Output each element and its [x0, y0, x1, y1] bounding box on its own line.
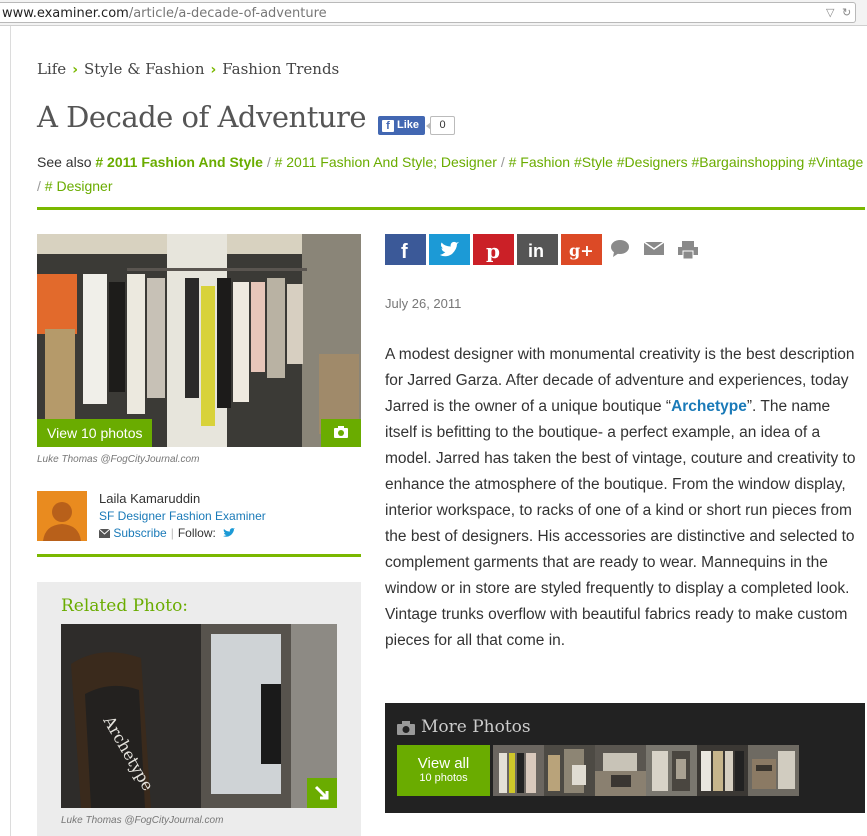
breadcrumb-life[interactable]: Life	[37, 60, 66, 78]
mail-icon	[98, 528, 111, 538]
twitter-share-button[interactable]	[429, 234, 470, 265]
related-photo-box: Related Photo: Archetype	[37, 582, 361, 836]
author-actions: Subscribe | Follow:	[98, 526, 236, 540]
facebook-like-count: 0	[426, 116, 455, 135]
tag-link[interactable]: # 2011 Fashion And Style; Designer	[275, 154, 497, 170]
tag-link[interactable]: # 2011 Fashion And Style	[95, 154, 263, 170]
article-date: July 26, 2011	[385, 296, 462, 311]
facebook-icon: f	[385, 234, 426, 265]
page-border	[10, 26, 11, 836]
camera-button[interactable]	[321, 419, 361, 447]
expand-icon	[314, 785, 329, 800]
article-body: A modest designer with monumental creati…	[385, 346, 856, 649]
related-photo-heading: Related Photo:	[61, 596, 189, 616]
svg-text:f: f	[401, 241, 408, 263]
more-photos-heading: More Photos	[421, 717, 531, 737]
facebook-icon: f	[382, 120, 394, 132]
chevron-right-icon: ›	[72, 62, 78, 78]
breadcrumb: Life › Style & Fashion › Fashion Trends	[37, 60, 339, 78]
reload-icon[interactable]: ↻	[842, 6, 851, 19]
pinterest-share-button[interactable]: p	[473, 234, 514, 265]
main-photo[interactable]	[37, 234, 361, 447]
twitter-icon	[429, 234, 470, 265]
photo-thumbnail[interactable]	[697, 745, 748, 796]
browser-url-bar: www.examiner.com/article/a-decade-of-adv…	[0, 0, 867, 26]
view-photos-button[interactable]: View 10 photos	[37, 419, 152, 447]
avatar[interactable]	[37, 491, 87, 541]
more-photos-box: More Photos View all 10 photos	[385, 703, 865, 813]
divider	[37, 207, 865, 210]
email-icon[interactable]	[643, 238, 665, 263]
photo-thumbnail[interactable]	[646, 745, 697, 796]
dropdown-arrow-icon[interactable]: ▽	[826, 6, 834, 19]
photo-credit: Luke Thomas @FogCityJournal.com	[37, 454, 200, 465]
subscribe-link[interactable]: Subscribe	[113, 526, 166, 540]
google-plus-share-button[interactable]: g+	[561, 234, 602, 265]
page-title: A Decade of Adventure	[37, 100, 367, 134]
camera-icon	[397, 721, 415, 735]
author-role[interactable]: SF Designer Fashion Examiner	[99, 509, 266, 523]
url-text: www.examiner.com/article/a-decade-of-adv…	[2, 6, 327, 21]
follow-label: Follow:	[177, 526, 216, 540]
photo-credit: Luke Thomas @FogCityJournal.com	[61, 815, 224, 826]
expand-button[interactable]	[307, 778, 337, 808]
linkedin-share-button[interactable]: in	[517, 234, 558, 265]
camera-icon	[334, 426, 348, 438]
breadcrumb-style-fashion[interactable]: Style & Fashion	[84, 60, 205, 78]
tag-link[interactable]: # Designer	[45, 178, 113, 194]
pinterest-icon: p	[473, 234, 514, 265]
see-also-tags: See also # 2011 Fashion And Style / # 20…	[37, 154, 864, 194]
twitter-follow-icon[interactable]	[223, 528, 236, 538]
photo-thumbnail[interactable]	[595, 745, 646, 796]
author-name[interactable]: Laila Kamaruddin	[99, 491, 200, 506]
breadcrumb-fashion-trends[interactable]: Fashion Trends	[222, 60, 339, 78]
photo-thumbnail[interactable]	[544, 745, 595, 796]
tag-link[interactable]: # Fashion #Style #Designers #Bargainshop…	[509, 154, 864, 170]
facebook-like-button[interactable]: f Like	[378, 116, 425, 135]
archetype-link[interactable]: Archetype	[671, 398, 747, 415]
print-icon[interactable]	[678, 238, 698, 265]
svg-text:in: in	[528, 241, 544, 261]
linkedin-icon: in	[517, 234, 558, 265]
divider	[37, 554, 361, 557]
svg-text:p: p	[486, 239, 500, 263]
facebook-share-button[interactable]: f	[385, 234, 426, 265]
url-field[interactable]: www.examiner.com/article/a-decade-of-adv…	[0, 2, 856, 23]
photo-thumbnail[interactable]	[748, 745, 799, 796]
google-plus-icon: g+	[561, 234, 602, 265]
svg-text:g+: g+	[569, 241, 594, 260]
chevron-right-icon: ›	[210, 62, 217, 78]
related-photo[interactable]: Archetype	[61, 624, 337, 808]
photo-thumbnail[interactable]	[493, 745, 544, 796]
comment-icon[interactable]	[610, 238, 630, 263]
view-all-button[interactable]: View all 10 photos	[397, 745, 490, 796]
